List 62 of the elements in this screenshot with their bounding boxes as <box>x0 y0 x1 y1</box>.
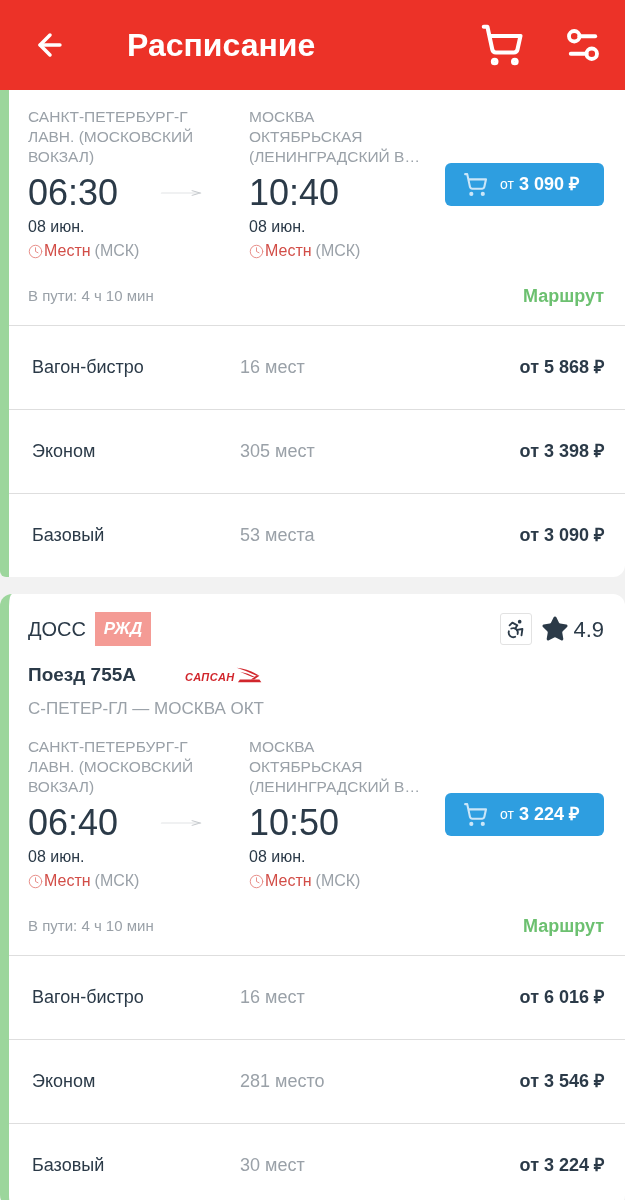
class-price: от 3 224 ₽ <box>519 1154 604 1177</box>
timezone: (МСК) <box>315 241 361 261</box>
timezone: (МСК) <box>94 241 140 261</box>
class-price: от 3 090 ₽ <box>519 524 604 547</box>
station-name: САНКТ-ПЕТЕРБУРГ-Г ЛАВН. (МОСКОВСКИЙ ВОКЗАЛ) <box>28 737 195 797</box>
train-number: Поезд 755А <box>28 662 138 687</box>
date: 08 июн. <box>28 847 86 867</box>
timezone: (МСК) <box>315 871 361 891</box>
timezone: (МСК) <box>94 871 140 891</box>
class-name: Вагон-бистро <box>32 356 145 379</box>
class-name: Эконом <box>32 1070 97 1093</box>
clock-icon <box>249 243 264 259</box>
clock-icon <box>28 873 43 889</box>
class-row[interactable]: Вагон-бистро 16 мест от 5 868 ₽ <box>9 325 625 409</box>
cart-icon[interactable] <box>480 23 524 67</box>
class-row[interactable]: Базовый 53 места от 3 090 ₽ <box>9 493 625 577</box>
cart-icon <box>463 171 488 197</box>
class-price: от 3 398 ₽ <box>519 440 604 463</box>
time: 10:50 <box>249 805 341 841</box>
cart-icon <box>463 801 488 827</box>
clock-icon <box>28 243 43 259</box>
timezone-label: Местн <box>44 241 91 261</box>
date: 08 июн. <box>249 847 307 867</box>
route-name: С-ПЕТЕР-ГЛ — МОСКВА ОКТ <box>28 698 265 720</box>
class-row[interactable]: Вагон-бистро 16 мест от 6 016 ₽ <box>9 955 625 1039</box>
station-name: МОСКВА ОКТЯБРЬСКАЯ (ЛЕНИНГРАДСКИЙ В… <box>249 107 421 167</box>
timezone-label: Местн <box>44 871 91 891</box>
timezone-label: Местн <box>265 241 312 261</box>
time: 10:40 <box>249 175 341 211</box>
class-name: Вагон-бистро <box>32 986 145 1009</box>
station-name: МОСКВА ОКТЯБРЬСКАЯ (ЛЕНИНГРАДСКИЙ В… <box>249 737 421 797</box>
seats-count: 16 мест <box>240 356 305 379</box>
class-name: Базовый <box>32 1154 106 1177</box>
station-name: САНКТ-ПЕТЕРБУРГ-Г ЛАВН. (МОСКОВСКИЙ ВОКЗАЛ) <box>28 107 195 167</box>
class-price: от 6 016 ₽ <box>519 986 604 1009</box>
carrier-logo: РЖД <box>95 612 151 646</box>
class-row[interactable]: Эконом 305 мест от 3 398 ₽ <box>9 409 625 493</box>
seats-count: 16 мест <box>240 986 305 1009</box>
timezone-label: Местн <box>265 871 312 891</box>
clock-icon <box>249 873 264 889</box>
rating: 4.9 <box>573 615 604 644</box>
time: 06:40 <box>28 805 120 841</box>
brand-name: САПСАН <box>185 672 235 683</box>
date: 08 июн. <box>28 217 86 237</box>
class-price: от 3 546 ₽ <box>519 1070 604 1093</box>
travel-duration: В пути: 4 ч 10 мин <box>28 285 154 306</box>
class-row[interactable]: Эконом 281 место от 3 546 ₽ <box>9 1039 625 1123</box>
class-name: Базовый <box>32 524 106 547</box>
carrier-name: ДОСС <box>28 617 86 642</box>
seats-count: 53 места <box>240 524 315 547</box>
screen-title: Расписание <box>127 26 316 65</box>
travel-duration: В пути: 4 ч 10 мин <box>28 915 154 936</box>
date: 08 июн. <box>249 217 307 237</box>
seats-count: 281 место <box>240 1070 325 1093</box>
class-row[interactable]: Базовый 30 мест от 3 224 ₽ <box>9 1123 625 1200</box>
star-icon <box>541 615 570 643</box>
class-name: Эконом <box>32 440 97 463</box>
seats-count: 305 мест <box>240 440 315 463</box>
time: 06:30 <box>28 175 120 211</box>
wing-icon <box>235 667 262 683</box>
class-price: от 5 868 ₽ <box>519 356 604 379</box>
seats-count: 30 мест <box>240 1154 305 1177</box>
